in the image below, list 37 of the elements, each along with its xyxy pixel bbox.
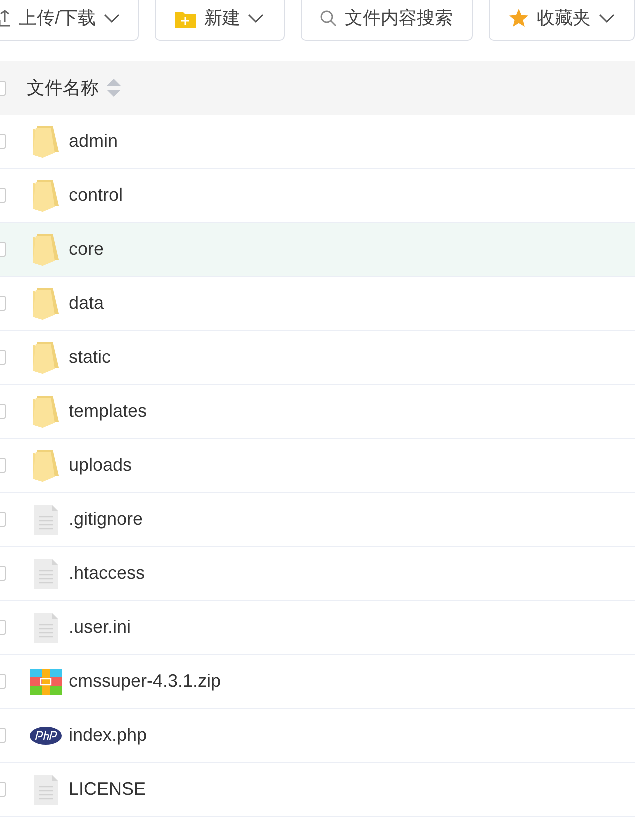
row-highlight[interactable]: core [0, 223, 635, 277]
file-name[interactable]: .gitignore [69, 506, 144, 533]
folder-icon [33, 234, 59, 266]
file-name[interactable]: index.php [69, 722, 148, 749]
folder-name[interactable]: data [69, 290, 104, 317]
sort-icon[interactable] [107, 79, 121, 97]
toolbar-button[interactable]: 新建 [155, 0, 285, 41]
archive-icon [30, 668, 62, 694]
php-icon [30, 726, 62, 744]
document-icon [34, 612, 58, 642]
folder-name[interactable]: admin [69, 128, 118, 155]
star-icon [508, 9, 529, 28]
document-icon [34, 558, 58, 588]
file-name[interactable]: cmssuper-4.3.1.zip [69, 668, 222, 695]
folder-icon [33, 450, 59, 482]
document-icon [34, 774, 58, 804]
search-button[interactable]: 文件内容搜索 [300, 0, 473, 41]
folder-icon [33, 180, 59, 212]
folder-plus-icon [175, 10, 196, 28]
file-name[interactable]: .user.ini [69, 614, 132, 641]
folder-icon [33, 342, 59, 374]
column-header[interactable]: 文件名称 [27, 74, 99, 102]
toolbar-button[interactable]: 收藏夹 [488, 0, 635, 41]
search-icon [320, 10, 338, 27]
folder-name[interactable]: control [69, 182, 124, 209]
folder-icon [33, 126, 59, 158]
folder-icon [33, 396, 59, 428]
folder-name[interactable]: templates [69, 398, 148, 425]
upload-icon [0, 10, 12, 28]
folder-name[interactable]: static [69, 344, 112, 371]
file-name[interactable]: .htaccess [69, 560, 146, 587]
folder-name[interactable]: core [69, 236, 104, 263]
folder-icon [33, 288, 59, 320]
folder-name[interactable]: uploads [69, 452, 132, 479]
document-icon [34, 504, 58, 534]
toolbar-button[interactable]: 上传/下载 [0, 0, 140, 41]
file-name[interactable]: LICENSE [69, 776, 146, 803]
